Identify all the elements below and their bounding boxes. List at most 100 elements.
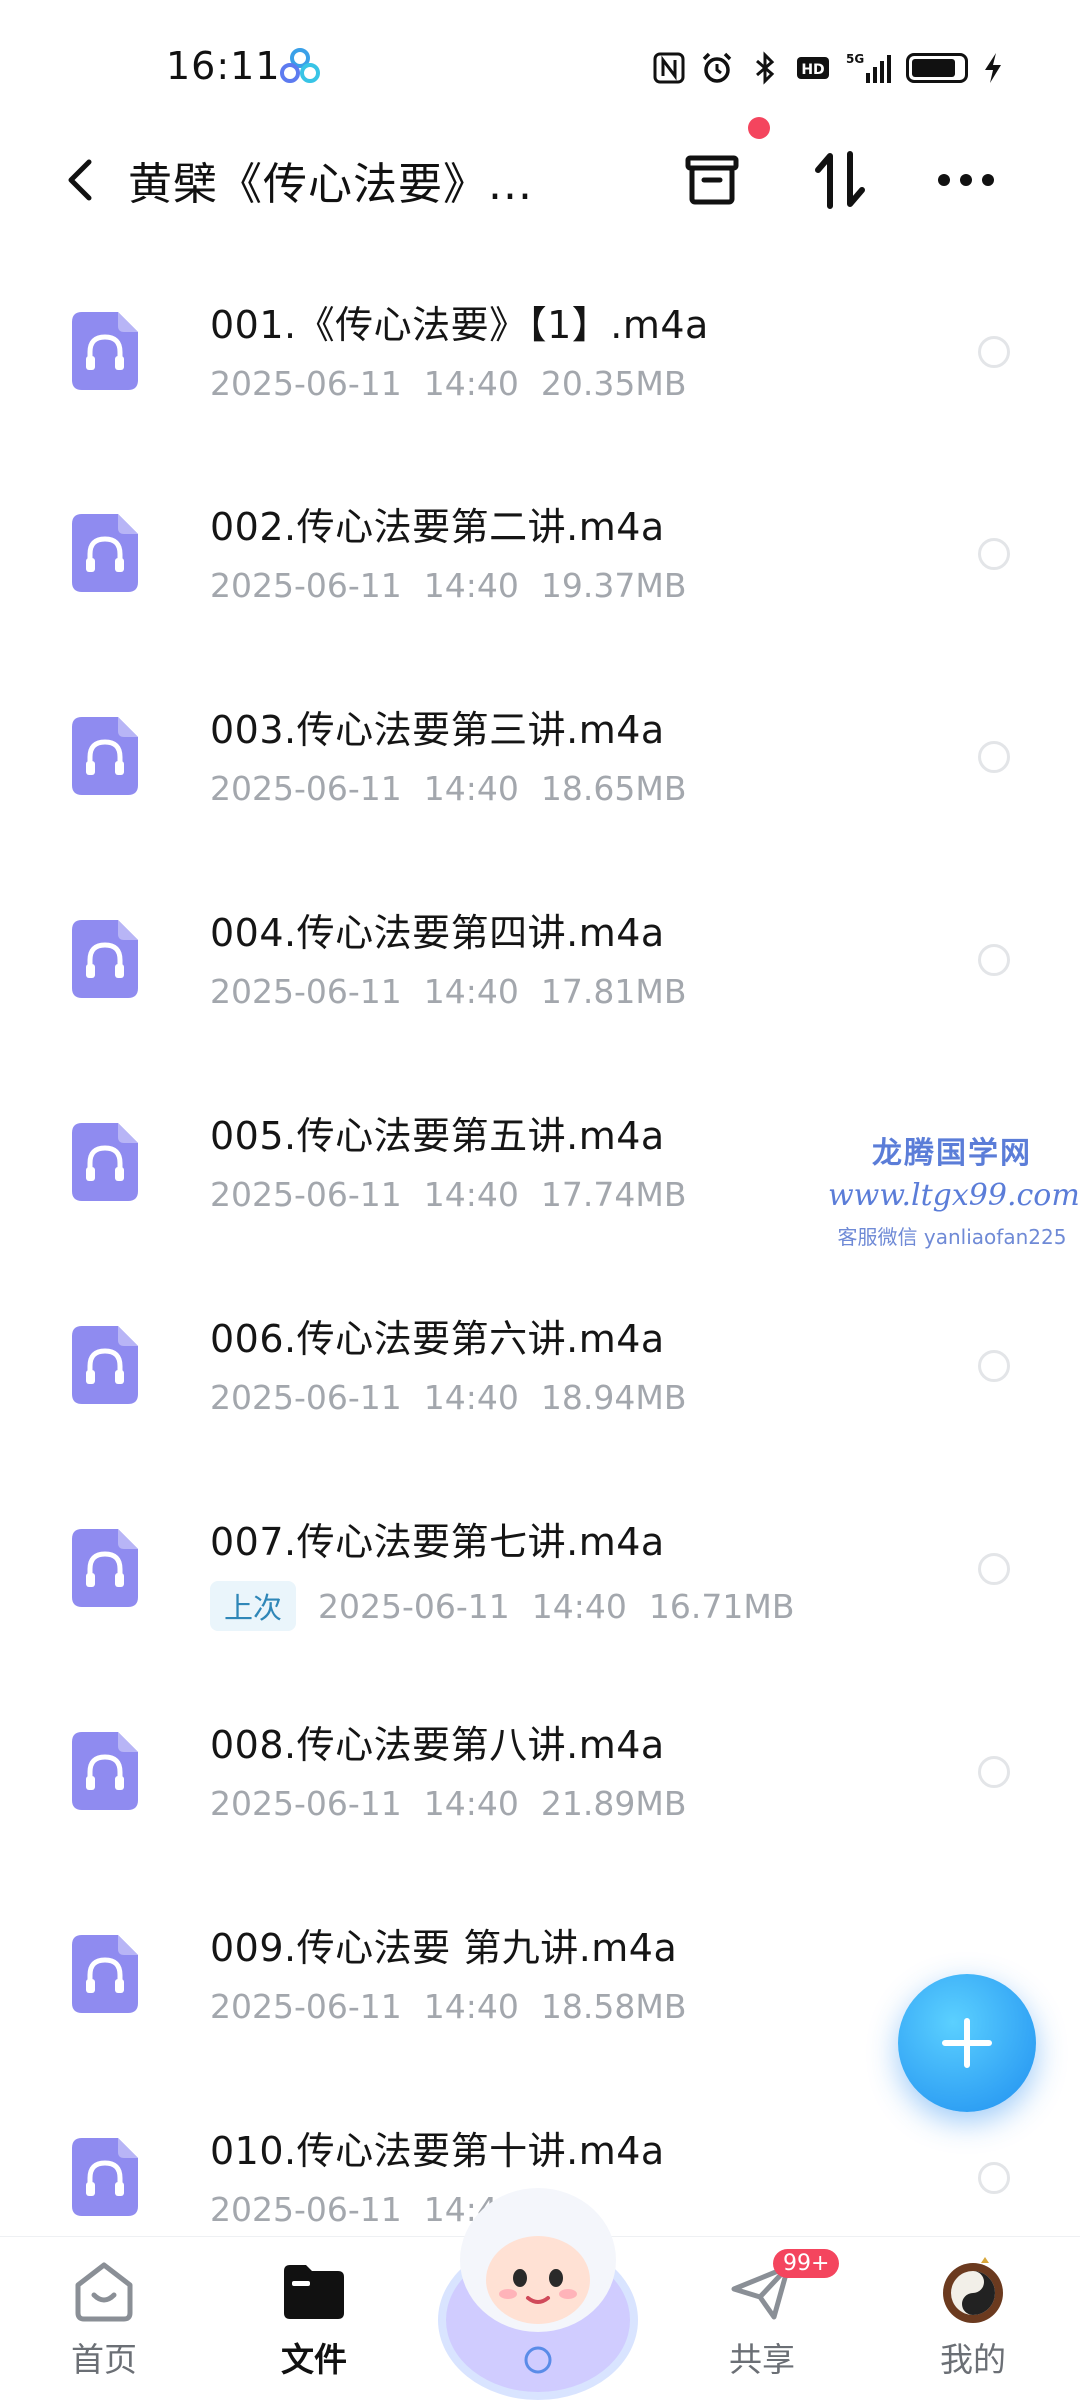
audio-file-icon <box>72 717 138 795</box>
file-date: 2025-06-11 <box>210 1784 402 1823</box>
bluetooth-icon <box>756 51 775 85</box>
signal-icon: 5G <box>846 52 891 83</box>
nav-files[interactable]: 文件 <box>239 2255 389 2395</box>
file-row[interactable]: 003.传心法要第三讲.m4a 2025-06-11 14:40 18.65MB <box>0 655 1080 859</box>
select-radio[interactable] <box>978 538 1010 570</box>
audio-file-icon <box>72 1935 138 2013</box>
file-date: 2025-06-11 <box>318 1586 510 1626</box>
file-meta: 2025-06-11 14:40 18.58MB <box>210 1987 708 2026</box>
file-row[interactable]: 002.传心法要第二讲.m4a 2025-06-11 14:40 19.37MB <box>0 452 1080 656</box>
select-radio[interactable] <box>978 336 1010 368</box>
select-radio[interactable] <box>978 1350 1010 1382</box>
select-radio[interactable] <box>978 944 1010 976</box>
file-time: 14:40 <box>423 769 519 808</box>
file-size: 17.81MB <box>540 972 687 1011</box>
home-icon <box>75 2262 133 2322</box>
file-time: 14:40 <box>423 364 519 403</box>
file-size: 16.71MB <box>648 1586 795 1626</box>
file-row[interactable]: 007.传心法要第七讲.m4a 上次 2025-06-11 14:40 16.71MB <box>0 1467 1080 1671</box>
audio-file-icon <box>72 312 138 390</box>
file-meta: 2025-06-11 14:40 19.37MB <box>210 566 708 605</box>
svg-text:5G: 5G <box>846 52 864 66</box>
sort-button[interactable] <box>800 140 880 220</box>
page-title: 黄檗《传心法要》... <box>128 159 533 210</box>
watermark-site-name: 龙腾国学网 <box>872 1136 1032 1171</box>
plus-icon <box>942 2018 992 2068</box>
select-radio[interactable] <box>978 1553 1010 1585</box>
file-time: 14:40 <box>423 972 519 1011</box>
file-meta: 2025-06-11 14:40 18.94MB <box>210 1378 708 1417</box>
watermark-contact: 客服微信 yanliaofan225 <box>837 1225 1067 1249</box>
status-icons: HD 5G <box>652 48 1004 88</box>
share-badge: 99+ <box>773 2249 840 2278</box>
file-meta: 2025-06-11 14:40 20.35MB <box>210 364 708 403</box>
file-date: 2025-06-11 <box>210 566 402 605</box>
file-date: 2025-06-11 <box>210 972 402 1011</box>
nav-mine-label: 我的 <box>940 2340 1006 2379</box>
nav-share[interactable]: 99+ 共享 <box>687 2249 840 2395</box>
file-size: 21.89MB <box>540 1784 687 1823</box>
charging-icon <box>985 53 1001 83</box>
nav-files-label: 文件 <box>281 2340 347 2379</box>
archive-button[interactable] <box>672 140 752 220</box>
select-radio[interactable] <box>978 741 1010 773</box>
nav-home[interactable]: 首页 <box>29 2255 179 2395</box>
notification-dot <box>748 117 770 139</box>
file-time: 14:40 <box>423 1175 519 1214</box>
file-date: 2025-06-11 <box>210 1987 402 2026</box>
alarm-icon <box>702 52 732 83</box>
file-name: 001.《传心法要》【1】.m4a <box>210 303 709 347</box>
more-button[interactable] <box>926 140 1006 220</box>
file-size: 18.94MB <box>540 1378 687 1417</box>
nav-share-label: 共享 <box>729 2340 795 2379</box>
hd-icon: HD <box>797 57 829 79</box>
file-date: 2025-06-11 <box>210 1175 402 1214</box>
file-row[interactable]: 004.传心法要第四讲.m4a 2025-06-11 14:40 17.81MB <box>0 858 1080 1062</box>
file-date: 2025-06-11 <box>210 1378 402 1417</box>
more-icon <box>938 174 994 186</box>
audio-file-icon <box>72 1123 138 1201</box>
file-row[interactable]: 001.《传心法要》【1】.m4a 2025-06-11 14:40 20.35MB <box>0 250 1080 454</box>
status-bar: 16:11 HD 5G <box>0 0 1080 130</box>
cloud-app-icon <box>280 48 320 83</box>
file-meta: 2025-06-11 14:40 21.89MB <box>210 1784 708 1823</box>
file-time: 14:40 <box>423 1987 519 2026</box>
select-radio[interactable] <box>978 2162 1010 2194</box>
back-button[interactable] <box>50 150 110 210</box>
nfc-icon <box>653 52 685 84</box>
nav-home-label: 首页 <box>71 2340 137 2379</box>
file-size: 17.74MB <box>540 1175 687 1214</box>
file-name: 009.传心法要 第九讲.m4a <box>210 1926 678 1970</box>
status-time: 16:11 <box>166 44 281 88</box>
file-name: 008.传心法要第八讲.m4a <box>210 1723 665 1767</box>
svg-text:HD: HD <box>801 62 824 78</box>
watermark-url: www.ltgx99.com <box>828 1178 1080 1213</box>
file-meta: 2025-06-11 14:40 17.81MB <box>210 972 708 1011</box>
battery-icon <box>906 53 968 83</box>
nav-mine[interactable]: 我的 <box>898 2255 1048 2395</box>
file-date: 2025-06-11 <box>210 2190 402 2229</box>
file-row[interactable]: 006.传心法要第六讲.m4a 2025-06-11 14:40 18.94MB <box>0 1264 1080 1468</box>
audio-file-icon <box>72 514 138 592</box>
file-row[interactable]: 008.传心法要第八讲.m4a 2025-06-11 14:40 21.89MB <box>0 1670 1080 1874</box>
file-size: 19.37MB <box>540 566 687 605</box>
audio-file-icon <box>72 1732 138 1810</box>
select-radio[interactable] <box>978 1756 1010 1788</box>
file-date: 2025-06-11 <box>210 769 402 808</box>
file-size: 20.35MB <box>540 364 687 403</box>
file-size: 18.58MB <box>540 1987 687 2026</box>
mascot-assistant[interactable] <box>428 2170 648 2400</box>
archive-icon <box>685 155 739 205</box>
audio-file-icon <box>72 2138 138 2216</box>
watermark: 龙腾国学网 www.ltgx99.com 客服微信 yanliaofan225 <box>828 1128 1080 1250</box>
audio-file-icon <box>72 1529 138 1607</box>
audio-file-icon <box>72 920 138 998</box>
file-name: 005.传心法要第五讲.m4a <box>210 1114 665 1158</box>
add-button[interactable] <box>898 1974 1036 2112</box>
audio-file-icon <box>72 1326 138 1404</box>
file-date: 2025-06-11 <box>210 364 402 403</box>
file-meta: 上次 2025-06-11 14:40 16.71MB <box>210 1581 817 1631</box>
last-played-tag: 上次 <box>210 1581 297 1631</box>
file-name: 003.传心法要第三讲.m4a <box>210 708 665 752</box>
file-size: 18.65MB <box>540 769 687 808</box>
